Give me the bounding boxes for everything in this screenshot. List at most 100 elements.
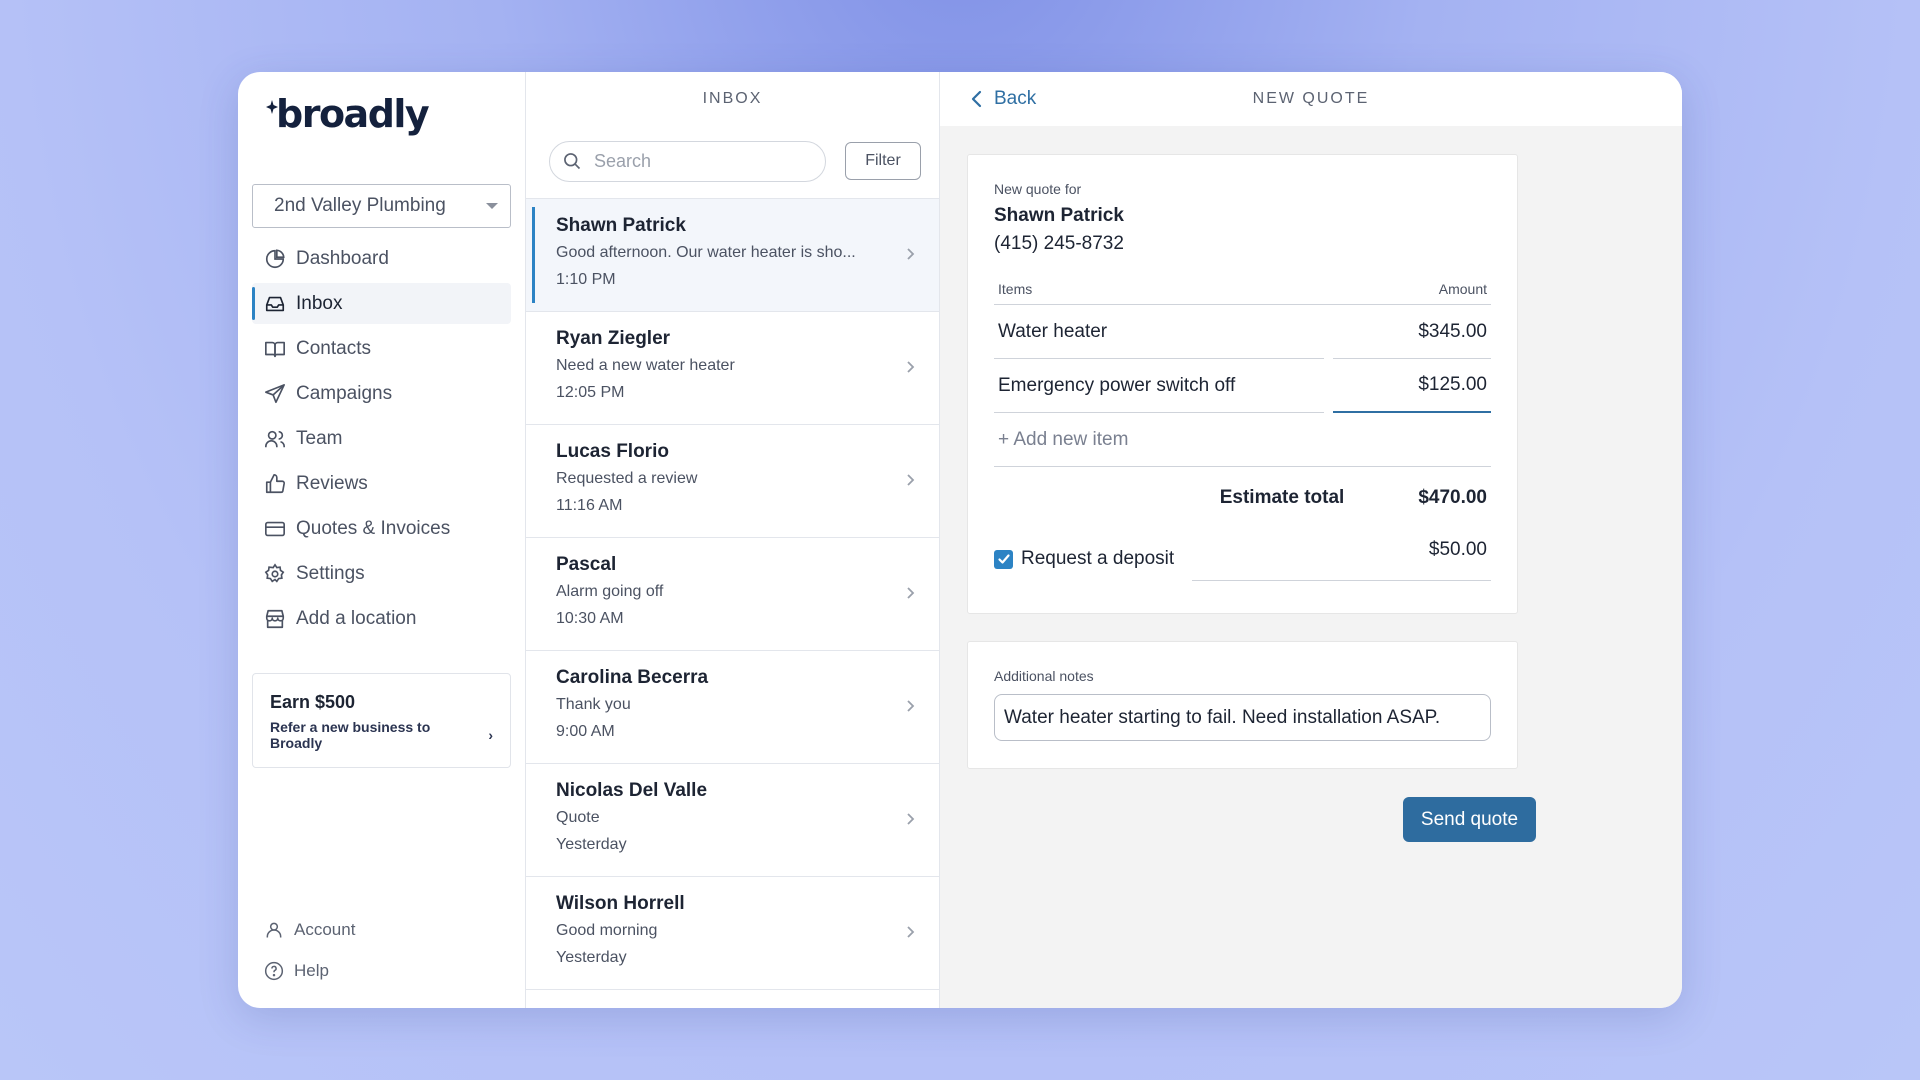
quote-for-label: New quote for <box>994 181 1082 197</box>
conversation-preview: Good morning <box>556 922 658 939</box>
search-icon <box>564 153 581 170</box>
user-icon <box>266 922 282 938</box>
deposit-label: Request a deposit <box>1021 548 1175 569</box>
sidebar-item-dashboard[interactable]: Dashboard <box>252 238 511 279</box>
referral-link-label: Refer a new business to Broadly <box>270 719 431 751</box>
broadly-logo[interactable]: broadly <box>266 90 511 138</box>
quote-details-card: New quote for Shawn Patrick (415) 245-87… <box>967 154 1518 614</box>
inbox-title: INBOX <box>702 90 763 107</box>
items-column-header: Items <box>998 281 1033 297</box>
sidebar-item-label: Settings <box>296 562 365 584</box>
conversation-preview: Thank you <box>556 696 631 713</box>
conversation-preview: Need a new water heater <box>556 357 735 374</box>
conversation-name: Pascal <box>556 554 617 575</box>
location-select[interactable]: 2nd Valley Plumbing <box>252 184 511 228</box>
conversation-name: Nicolas Del Valle <box>556 780 708 801</box>
chevron-down-icon <box>486 203 498 209</box>
line-item-amount-input[interactable]: $345.00 <box>1333 305 1491 359</box>
customer-name: Shawn Patrick <box>994 205 1124 226</box>
help-icon <box>264 961 284 981</box>
conversation-item[interactable]: Shawn Patrick Good afternoon. Our water … <box>526 199 939 312</box>
referral-link[interactable]: Refer a new business to Broadly › <box>270 719 493 751</box>
inbox-panel: INBOX Search Filter Shawn Patrick Good a… <box>526 72 940 1008</box>
conversation-time: 9:00 AM <box>556 723 615 740</box>
line-item-name-input[interactable]: Water heater <box>994 305 1324 359</box>
notes-label: Additional notes <box>994 668 1094 684</box>
sidebar-item-add-location[interactable]: Add a location <box>252 598 511 639</box>
line-item-row: Emergency power switch off $125.00 <box>994 359 1491 413</box>
quote-panel: Back NEW QUOTE New quote for Shawn Patri… <box>940 72 1682 1008</box>
book-icon <box>264 338 286 360</box>
sidebar-item-label: Quotes & Invoices <box>296 517 451 539</box>
help-link[interactable]: Help <box>264 956 355 986</box>
sidebar: broadly 2nd Valley Plumbing Dashboard In… <box>238 72 526 1008</box>
quote-header: Back NEW QUOTE <box>940 72 1682 126</box>
search-input[interactable]: Search <box>549 140 826 182</box>
conversation-time: 1:10 PM <box>556 271 616 288</box>
search-placeholder: Search <box>594 150 652 171</box>
back-button[interactable]: Back <box>970 88 1036 110</box>
sidebar-item-team[interactable]: Team <box>252 418 511 459</box>
conversation-preview: Quote <box>556 809 600 826</box>
users-icon <box>264 428 286 450</box>
sidebar-item-label: Dashboard <box>296 247 389 269</box>
sidebar-item-reviews[interactable]: Reviews <box>252 463 511 504</box>
line-item-amount-input[interactable]: $125.00 <box>1333 359 1491 413</box>
chevron-left-icon <box>971 90 982 108</box>
page-title: NEW QUOTE <box>1252 90 1370 107</box>
conversation-item[interactable]: Pascal Alarm going off 10:30 AM <box>526 538 939 651</box>
chevron-right-icon <box>907 700 915 712</box>
sidebar-item-quotes-invoices[interactable]: Quotes & Invoices <box>252 508 511 549</box>
conversation-time: 10:30 AM <box>556 610 624 627</box>
referral-title: Earn $500 <box>270 692 356 712</box>
gear-icon <box>264 562 286 585</box>
line-item-name-input[interactable]: Emergency power switch off <box>994 359 1324 413</box>
chevron-right-icon <box>907 587 915 599</box>
conversation-list: Shawn Patrick Good afternoon. Our water … <box>526 198 939 990</box>
store-icon <box>264 608 286 630</box>
chevron-right-icon <box>907 474 915 486</box>
deposit-checkbox[interactable] <box>994 549 1013 569</box>
conversation-time: Yesterday <box>556 836 627 853</box>
sidebar-item-label: Inbox <box>296 292 343 314</box>
sidebar-item-contacts[interactable]: Contacts <box>252 328 511 369</box>
deposit-row: Request a deposit $50.00 <box>994 537 1491 581</box>
conversation-time: Yesterday <box>556 949 627 966</box>
checkmark-icon <box>997 554 1010 564</box>
conversation-name: Carolina Becerra <box>556 667 709 688</box>
account-link[interactable]: Account <box>264 915 355 945</box>
conversation-item[interactable]: Carolina Becerra Thank you 9:00 AM <box>526 651 939 764</box>
add-item-button[interactable]: + Add new item <box>994 413 1491 467</box>
conversation-name: Wilson Horrell <box>556 893 685 914</box>
sidebar-item-label: Contacts <box>296 337 371 359</box>
pie-chart-icon <box>264 248 286 270</box>
sidebar-item-label: Reviews <box>296 472 368 494</box>
chevron-right-icon <box>907 813 915 825</box>
notes-card: Additional notes Water heater starting t… <box>967 641 1518 769</box>
conversation-preview: Alarm going off <box>556 583 664 600</box>
conversation-item[interactable]: Wilson Horrell Good morning Yesterday <box>526 877 939 990</box>
sidebar-item-campaigns[interactable]: Campaigns <box>252 373 511 414</box>
chevron-right-icon: › <box>488 727 493 743</box>
estimate-total-value: $470.00 <box>1418 487 1487 508</box>
estimate-total-row: Estimate total $470.00 <box>994 467 1491 529</box>
send-quote-button[interactable]: Send quote <box>1403 797 1536 842</box>
thumbs-up-icon <box>264 473 286 495</box>
sidebar-bottom-links: Account Help <box>264 904 355 986</box>
conversation-item[interactable]: Lucas Florio Requested a review 11:16 AM <box>526 425 939 538</box>
sidebar-nav: Dashboard Inbox Contacts Campaigns Team … <box>252 238 511 639</box>
notes-input[interactable]: Water heater starting to fail. Need inst… <box>994 694 1491 741</box>
conversation-preview: Good afternoon. Our water heater is sho.… <box>556 244 856 261</box>
chevron-right-icon <box>907 361 915 373</box>
inbox-icon <box>264 293 286 315</box>
conversation-item[interactable]: Nicolas Del Valle Quote Yesterday <box>526 764 939 877</box>
sidebar-item-settings[interactable]: Settings <box>252 553 511 594</box>
filter-button[interactable]: Filter <box>845 142 921 180</box>
sidebar-item-inbox[interactable]: Inbox <box>252 283 511 324</box>
conversation-item[interactable]: Ryan Ziegler Need a new water heater 12:… <box>526 312 939 425</box>
items-header: Items Amount <box>994 281 1491 305</box>
deposit-amount-input[interactable]: $50.00 <box>1192 537 1491 581</box>
account-label: Account <box>294 920 356 939</box>
logo-text: broadly <box>276 92 430 136</box>
help-label: Help <box>294 961 329 980</box>
